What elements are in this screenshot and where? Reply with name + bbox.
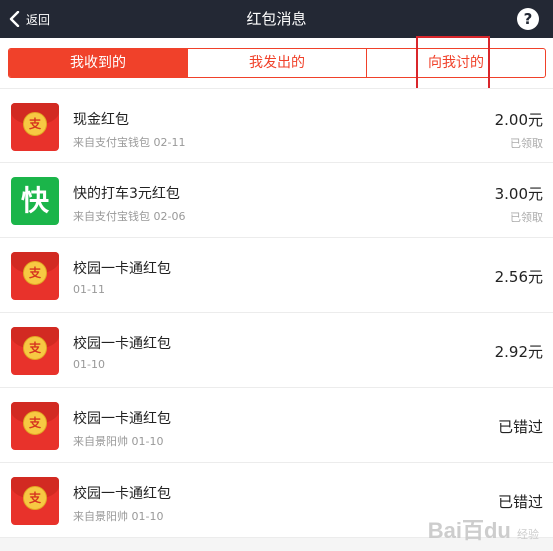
item-amount: 2.56元 xyxy=(494,268,543,286)
red-packet-list: 支 现金红包 来自支付宝钱包 02-11 2.00元 已领取 快 快的打车3元红… xyxy=(0,88,553,538)
item-subtitle: 来自支付宝钱包 02-11 xyxy=(73,136,186,149)
kuaidi-icon: 快 xyxy=(11,177,59,225)
item-status: 已领取 xyxy=(510,137,543,150)
back-button[interactable]: 返回 xyxy=(8,0,50,38)
item-subtitle: 来自景阳帅 01-10 xyxy=(73,435,164,448)
help-icon[interactable]: ? xyxy=(517,8,539,30)
list-item[interactable]: 支 校园一卡通红包 01-11 2.56元 xyxy=(0,238,553,313)
item-title: 快的打车3元红包 xyxy=(73,186,180,202)
top-bar: 返回 红包消息 ? xyxy=(0,0,553,38)
item-title: 校园一卡通红包 xyxy=(73,261,171,277)
item-amount: 2.00元 xyxy=(494,111,543,129)
chevron-left-icon xyxy=(9,11,20,27)
item-status: 已领取 xyxy=(510,211,543,224)
item-amount: 已错过 xyxy=(497,493,543,511)
item-amount: 已错过 xyxy=(497,418,543,436)
list-item[interactable]: 快 快的打车3元红包 来自支付宝钱包 02-06 3.00元 已领取 xyxy=(0,163,553,238)
red-envelope-icon: 支 xyxy=(11,252,59,300)
item-title: 校园一卡通红包 xyxy=(73,336,171,352)
tab-bar-container: 我收到的 我发出的 向我讨的 xyxy=(0,38,553,88)
tab-requested[interactable]: 向我讨的 xyxy=(366,49,545,77)
baidu-watermark: Bai百du 经验 xyxy=(427,518,539,543)
back-label: 返回 xyxy=(26,12,51,27)
item-title: 校园一卡通红包 xyxy=(73,486,171,502)
item-title: 现金红包 xyxy=(73,112,129,128)
item-subtitle: 来自支付宝钱包 02-06 xyxy=(73,210,186,223)
item-subtitle: 01-11 xyxy=(73,283,105,296)
item-amount: 2.92元 xyxy=(494,343,543,361)
red-envelope-icon: 支 xyxy=(11,327,59,375)
page-title: 红包消息 xyxy=(246,10,307,28)
tab-received[interactable]: 我收到的 xyxy=(9,49,187,77)
tab-sent[interactable]: 我发出的 xyxy=(187,49,366,77)
item-subtitle: 来自景阳帅 01-10 xyxy=(73,510,164,523)
list-item[interactable]: 支 现金红包 来自支付宝钱包 02-11 2.00元 已领取 xyxy=(0,88,553,163)
list-item[interactable]: 支 校园一卡通红包 01-10 2.92元 xyxy=(0,313,553,388)
list-item[interactable]: 支 校园一卡通红包 来自景阳帅 01-10 已错过 xyxy=(0,388,553,463)
red-envelope-icon: 支 xyxy=(11,103,59,151)
item-subtitle: 01-10 xyxy=(73,358,105,371)
item-amount: 3.00元 xyxy=(494,185,543,203)
segmented-tabs: 我收到的 我发出的 向我讨的 xyxy=(8,48,546,78)
item-title: 校园一卡通红包 xyxy=(73,411,171,427)
red-envelope-icon: 支 xyxy=(11,477,59,525)
red-envelope-icon: 支 xyxy=(11,402,59,450)
